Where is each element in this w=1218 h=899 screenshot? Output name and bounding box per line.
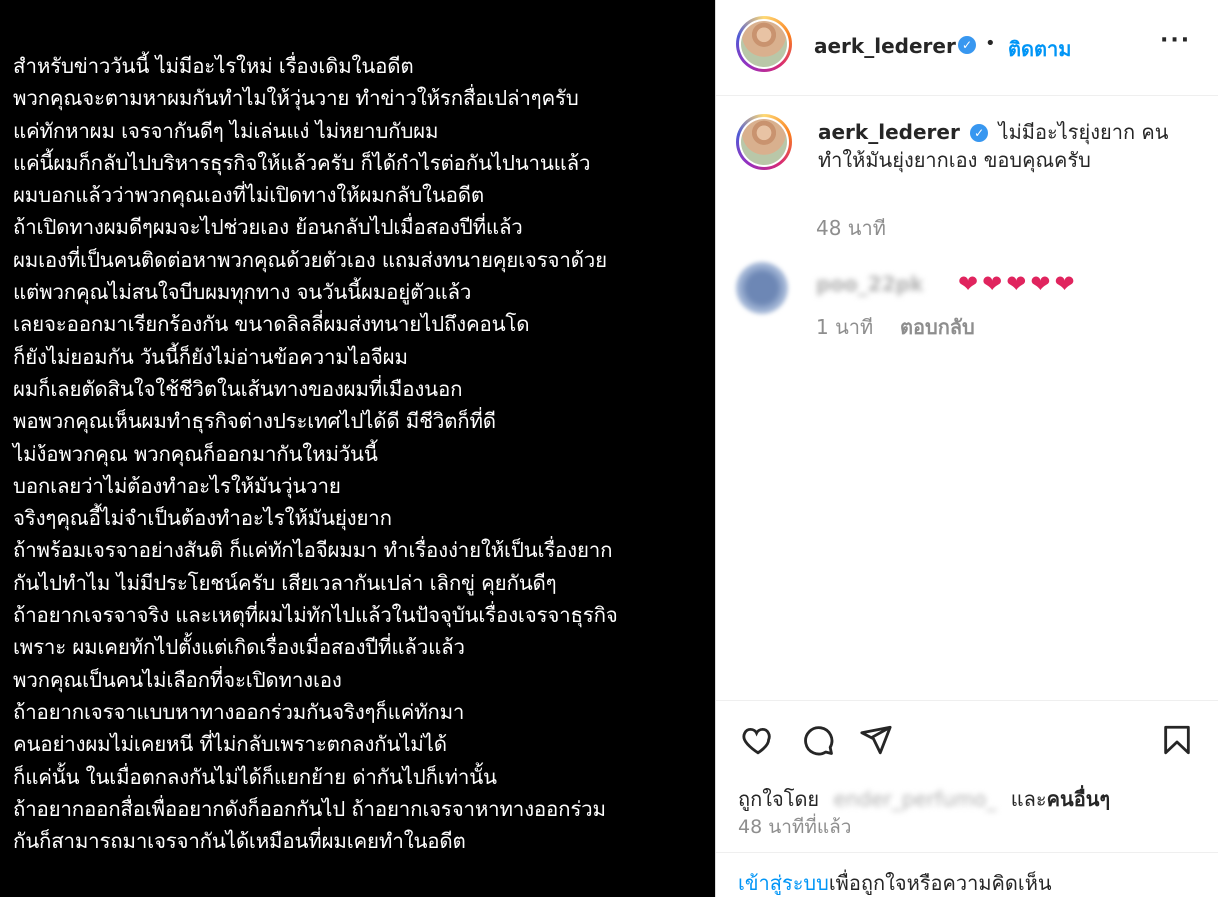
post-text-line: เพราะ ผมเคยทักไปตั้งแต่เกิดเรื่องเมื่อสอ… (13, 635, 465, 660)
post-text-line: ถ้าอยากเจรจาจริง และเหตุที่ผมไม่ทักไปแล้… (13, 603, 618, 628)
share-icon[interactable] (858, 723, 894, 757)
comment-time[interactable]: 1 นาที (816, 311, 873, 343)
post-text-line: พอพวกคุณเห็นผมทำธุรกิจต่างประเทศไปได้ดี … (13, 409, 496, 434)
caption-username[interactable]: aerk_lederer (818, 120, 960, 144)
post-text-line: บอกเลยว่าไม่ต้องทำอะไรให้มันวุ่นวาย (13, 473, 341, 498)
post-text-line: ก็ยังไม่ยอมกัน วันนี้ก็ยังไม่อ่านข้อความ… (13, 344, 408, 369)
comment-username[interactable]: poo_22pk (816, 272, 923, 296)
likes-conj: และ (1010, 787, 1047, 811)
avatar[interactable] (736, 16, 792, 72)
post-text-line: แต่พวกคุณไม่สนใจบีบผมทุกทาง จนวันนี้ผมอย… (13, 280, 472, 305)
post-text-line: กันก็สามารถมาเจรจากันได้เหมือนที่ผมเคยทำ… (13, 829, 466, 854)
post-text-line: จริงๆคุณอี้ไม่จำเป็นต้องทำอะไรให้มันยุ่ง… (13, 506, 392, 531)
reply-button[interactable]: ตอบกลับ (900, 311, 975, 343)
post-text-line: สำหรับข่าววันนี้ ไม่มีอะไรใหม่ เรื่องเดิ… (13, 54, 414, 78)
post-sidebar: aerk_lederer ✓ • ติดตาม ··· aerk_lederer… (716, 0, 1218, 897)
follow-button[interactable]: ติดตาม (1008, 33, 1071, 65)
post-text-line: ก็แค่นั้น ในเมื่อตกลงกันไม่ได้ก็แยกย้าย … (13, 764, 497, 789)
heart-icon[interactable] (740, 723, 776, 757)
likes-others[interactable]: คนอื่นๆ (1047, 787, 1110, 811)
caption: aerk_lederer ✓ ไม่มีอะไรยุ่งยาก คนทำให้ม… (818, 118, 1198, 174)
likes-prefix: ถูกใจโดย (738, 787, 820, 811)
post-text-line: ไม่ง้อพวกคุณ พวกคุณก็ออกมากันใหม่วันนี้ (13, 441, 378, 466)
more-icon[interactable]: ··· (1160, 28, 1191, 53)
post-image: สำหรับข่าววันนี้ ไม่มีอะไรใหม่ เรื่องเดิ… (0, 0, 715, 897)
verified-icon: ✓ (958, 36, 976, 54)
verified-icon: ✓ (970, 124, 989, 142)
post-text-line: พวกคุณเป็นคนไม่เลือกที่จะเปิดทางเอง (13, 667, 342, 692)
bookmark-icon[interactable] (1160, 723, 1194, 757)
comment-text: ❤❤❤❤❤ (958, 270, 1079, 298)
post-text: สำหรับข่าววันนี้ ไม่มีอะไรใหม่ เรื่องเดิ… (13, 50, 618, 857)
post-text-line: คนอย่างผมไม่เคยหนี ที่ไม่กลับเพราะตกลงกั… (13, 732, 447, 757)
post-text-line: ผมเองที่เป็นคนติดต่อหาพวกคุณด้วยตัวเอง แ… (13, 247, 607, 272)
post-text-line: แค่นี้ผมก็กลับไปบริหารธุรกิจให้แล้วครับ … (13, 150, 591, 175)
post-text-line: ถ้าอยากเจรจาแบบหาทางออกร่วมกันจริงๆก็แค่… (13, 699, 465, 724)
likes-user[interactable]: ender_perfumo_ (834, 787, 997, 811)
header-username[interactable]: aerk_lederer (814, 34, 956, 58)
post-text-line: เลยจะออกมาเรียกร้องกัน ขนาดลิลลี่ผมส่งทน… (13, 312, 530, 337)
post-header: aerk_lederer ✓ • ติดตาม ··· (716, 0, 1218, 96)
separator-dot: • (985, 33, 996, 54)
login-prompt: เข้าสู่ระบบเพื่อถูกใจหรือความคิดเห็น (738, 867, 1052, 899)
likes-summary: ถูกใจโดย ender_perfumo_ และคนอื่นๆ (738, 783, 1110, 815)
post-text-line: ผมบอกแล้วว่าพวกคุณเองที่ไม่เปิดทางให้ผมก… (13, 183, 484, 208)
post-text-line: ผมก็เลยตัดสินใจใช้ชีวิตในเส้นทางของผมที่… (13, 376, 463, 401)
post-text-line: ถ้าเปิดทางผมดีๆผมจะไปช่วยเอง ย้อนกลับไปเ… (13, 215, 523, 240)
login-rest: เพื่อถูกใจหรือความคิดเห็น (828, 871, 1052, 895)
caption-avatar[interactable] (736, 114, 792, 170)
post-text-line: กันไปทำไม ไม่มีประโยชน์ครับ เสียเวลากันเ… (13, 570, 557, 595)
action-bar (716, 700, 1218, 781)
caption-time[interactable]: 48 นาที (816, 212, 886, 244)
comment-icon[interactable] (800, 723, 836, 757)
login-link[interactable]: เข้าสู่ระบบ (738, 871, 829, 895)
comment-avatar[interactable] (736, 262, 788, 314)
post-text-line: ถ้าพร้อมเจรจาอย่างสันติ ก็แค่ทักไอจีผมมา… (13, 538, 613, 563)
post-text-line: แค่ทักหาผม เจรจากันดีๆ ไม่เล่นแง่ ไม่หยา… (13, 118, 439, 143)
post-text-line: ถ้าอยากออกสื่อเพื่ออยากดังก็ออกกันไป ถ้า… (13, 796, 606, 821)
login-bar: เข้าสู่ระบบเพื่อถูกใจหรือความคิดเห็น (716, 852, 1218, 898)
post-text-line: พวกคุณจะตามหาผมกันทำไมให้วุ่นวาย ทำข่าวใ… (13, 86, 579, 111)
posted-time[interactable]: 48 นาทีที่แล้ว (738, 812, 851, 842)
